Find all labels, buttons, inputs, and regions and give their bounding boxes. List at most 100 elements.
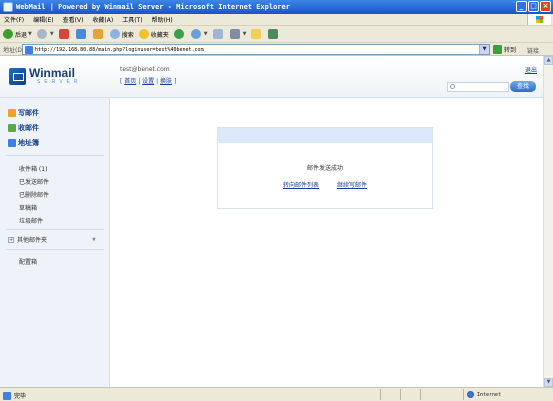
media-button[interactable]	[173, 29, 186, 39]
favorites-button[interactable]: 收藏夹	[138, 29, 169, 39]
zone-label: Internet	[477, 391, 502, 398]
back-dropdown-icon[interactable]: ▼	[28, 31, 32, 37]
favorites-label: 收藏夹	[150, 31, 169, 39]
folder-icon	[251, 29, 262, 39]
result-panel-header	[218, 128, 432, 143]
search-button[interactable]: 搜索	[109, 29, 134, 39]
header-links: [ 首页 | 设置 | 换肤 ]	[120, 78, 177, 85]
compose-label: 写邮件	[18, 109, 39, 117]
address-url: http://192.168.80.88/main.php?loginuser=…	[35, 46, 204, 53]
send-result-panel: 邮件发送成功 转向邮件列表 继续写邮件	[217, 127, 433, 209]
status-text: 完毕	[14, 393, 27, 400]
link-separator: |	[138, 78, 141, 85]
address-dropdown-icon[interactable]: ▼	[479, 45, 489, 54]
folder-drafts[interactable]: 草稿箱	[19, 203, 37, 212]
continue-compose-link[interactable]: 继续写邮件	[337, 182, 367, 189]
status-pane-divider	[420, 389, 421, 400]
history-dropdown-icon[interactable]: ▼	[204, 31, 208, 37]
links-button[interactable]: 链接	[527, 46, 539, 55]
star-icon	[138, 29, 149, 39]
other-folders-label: 其他邮件夹	[17, 237, 48, 244]
history-icon	[190, 29, 201, 39]
edit-button[interactable]	[251, 29, 263, 39]
menu-favorites[interactable]: 收藏(A)	[92, 15, 113, 24]
print-button[interactable]: ▼	[229, 29, 247, 39]
menu-tools[interactable]: 工具(T)	[122, 15, 142, 24]
sidebar-divider	[6, 155, 104, 156]
status-done: 完毕	[3, 391, 26, 400]
receive-label: 收邮件	[18, 124, 39, 132]
mail-button[interactable]	[212, 29, 225, 39]
security-zone: Internet	[463, 389, 543, 400]
envelope-logo-icon	[9, 67, 26, 85]
sidebar: 写邮件 收邮件 地址簿 收件箱 (1) 已发送邮件 已删除邮件 草稿箱 垃圾邮件…	[0, 98, 110, 387]
print-icon	[229, 29, 240, 39]
folder-deleted[interactable]: 已删除邮件	[19, 190, 49, 199]
winmail-logo: Winmail SERVER	[9, 67, 81, 85]
maximize-button[interactable]: □	[528, 1, 539, 12]
address-book-button[interactable]: 地址簿	[8, 138, 39, 148]
menu-help[interactable]: 帮助(H)	[152, 15, 173, 24]
compose-mail-button[interactable]: 写邮件	[8, 108, 39, 118]
forward-button[interactable]: ▼	[36, 29, 54, 39]
expand-icon: +	[8, 236, 14, 243]
messenger-icon	[268, 29, 279, 39]
home-button[interactable]	[92, 29, 105, 39]
window-title-bar: WebMail | Powered by Winmail Server - Mi…	[0, 0, 553, 14]
folder-junk[interactable]: 垃圾邮件	[19, 216, 43, 225]
mail-search-input[interactable]	[447, 82, 509, 92]
stop-button[interactable]	[58, 29, 71, 39]
logout-link[interactable]: 退出	[525, 65, 537, 74]
brand-subtitle: SERVER	[37, 79, 82, 85]
page-status-icon	[3, 391, 11, 400]
search-label: 搜索	[121, 31, 134, 39]
forward-dropdown-icon[interactable]: ▼	[50, 31, 54, 37]
send-success-message: 邮件发送成功	[306, 165, 343, 172]
history-button[interactable]: ▼	[190, 29, 208, 39]
messenger-button[interactable]	[268, 29, 280, 39]
folder-sent[interactable]: 已发送邮件	[19, 177, 49, 186]
sidebar-divider	[6, 229, 104, 230]
vertical-scrollbar[interactable]: ▲ ▼	[543, 56, 553, 387]
search-icon	[109, 29, 120, 39]
minimize-button[interactable]: _	[516, 1, 527, 12]
link-separator: |	[156, 78, 159, 85]
folder-config[interactable]: 配置箱	[19, 257, 37, 266]
address-input[interactable]: http://192.168.80.88/main.php?loginuser=…	[22, 44, 490, 55]
addressbook-icon	[8, 139, 16, 147]
mail-icon	[212, 29, 223, 39]
ie-app-icon	[3, 2, 13, 12]
close-button[interactable]: ×	[540, 1, 551, 12]
settings-link[interactable]: 设置	[142, 78, 154, 85]
forward-arrow-icon	[36, 29, 47, 39]
chevron-down-icon: ▼	[92, 236, 96, 243]
other-folders-toggle[interactable]: + 其他邮件夹 ▼	[8, 235, 96, 244]
windows-logo	[527, 14, 551, 25]
back-button[interactable]: 后退 ▼	[3, 29, 32, 39]
webmail-header: Winmail SERVER test@benet.com [ 首页 | 设置 …	[0, 56, 543, 98]
go-to-mail-list-link[interactable]: 转向邮件列表	[283, 182, 319, 189]
folder-inbox[interactable]: 收件箱 (1)	[19, 164, 47, 173]
refresh-button[interactable]	[75, 29, 88, 39]
menu-file[interactable]: 文件(F)	[4, 15, 24, 24]
sidebar-divider	[6, 249, 104, 250]
menu-edit[interactable]: 编辑(E)	[33, 15, 53, 24]
status-bar: 完毕 Internet	[0, 387, 553, 401]
receive-mail-button[interactable]: 收邮件	[8, 123, 39, 133]
go-button[interactable]: 转到	[493, 45, 516, 54]
menu-bar: 文件(F) 编辑(E) 查看(V) 收藏(A) 工具(T) 帮助(H)	[0, 14, 553, 26]
search-submit-button[interactable]: 查找	[510, 81, 536, 92]
go-arrow-icon	[493, 45, 502, 54]
go-label: 转到	[504, 47, 517, 54]
home-icon	[92, 29, 103, 39]
menu-view[interactable]: 查看(V)	[63, 15, 84, 24]
stop-icon	[58, 29, 69, 39]
status-pane-divider	[400, 389, 401, 400]
scroll-down-icon[interactable]: ▼	[544, 378, 553, 387]
scroll-up-icon[interactable]: ▲	[544, 56, 553, 65]
print-dropdown-icon[interactable]: ▼	[243, 31, 247, 37]
back-label: 后退	[15, 31, 28, 39]
skin-link[interactable]: 换肤	[160, 78, 172, 85]
home-link[interactable]: 首页	[124, 78, 136, 85]
inbox-icon	[8, 124, 16, 132]
